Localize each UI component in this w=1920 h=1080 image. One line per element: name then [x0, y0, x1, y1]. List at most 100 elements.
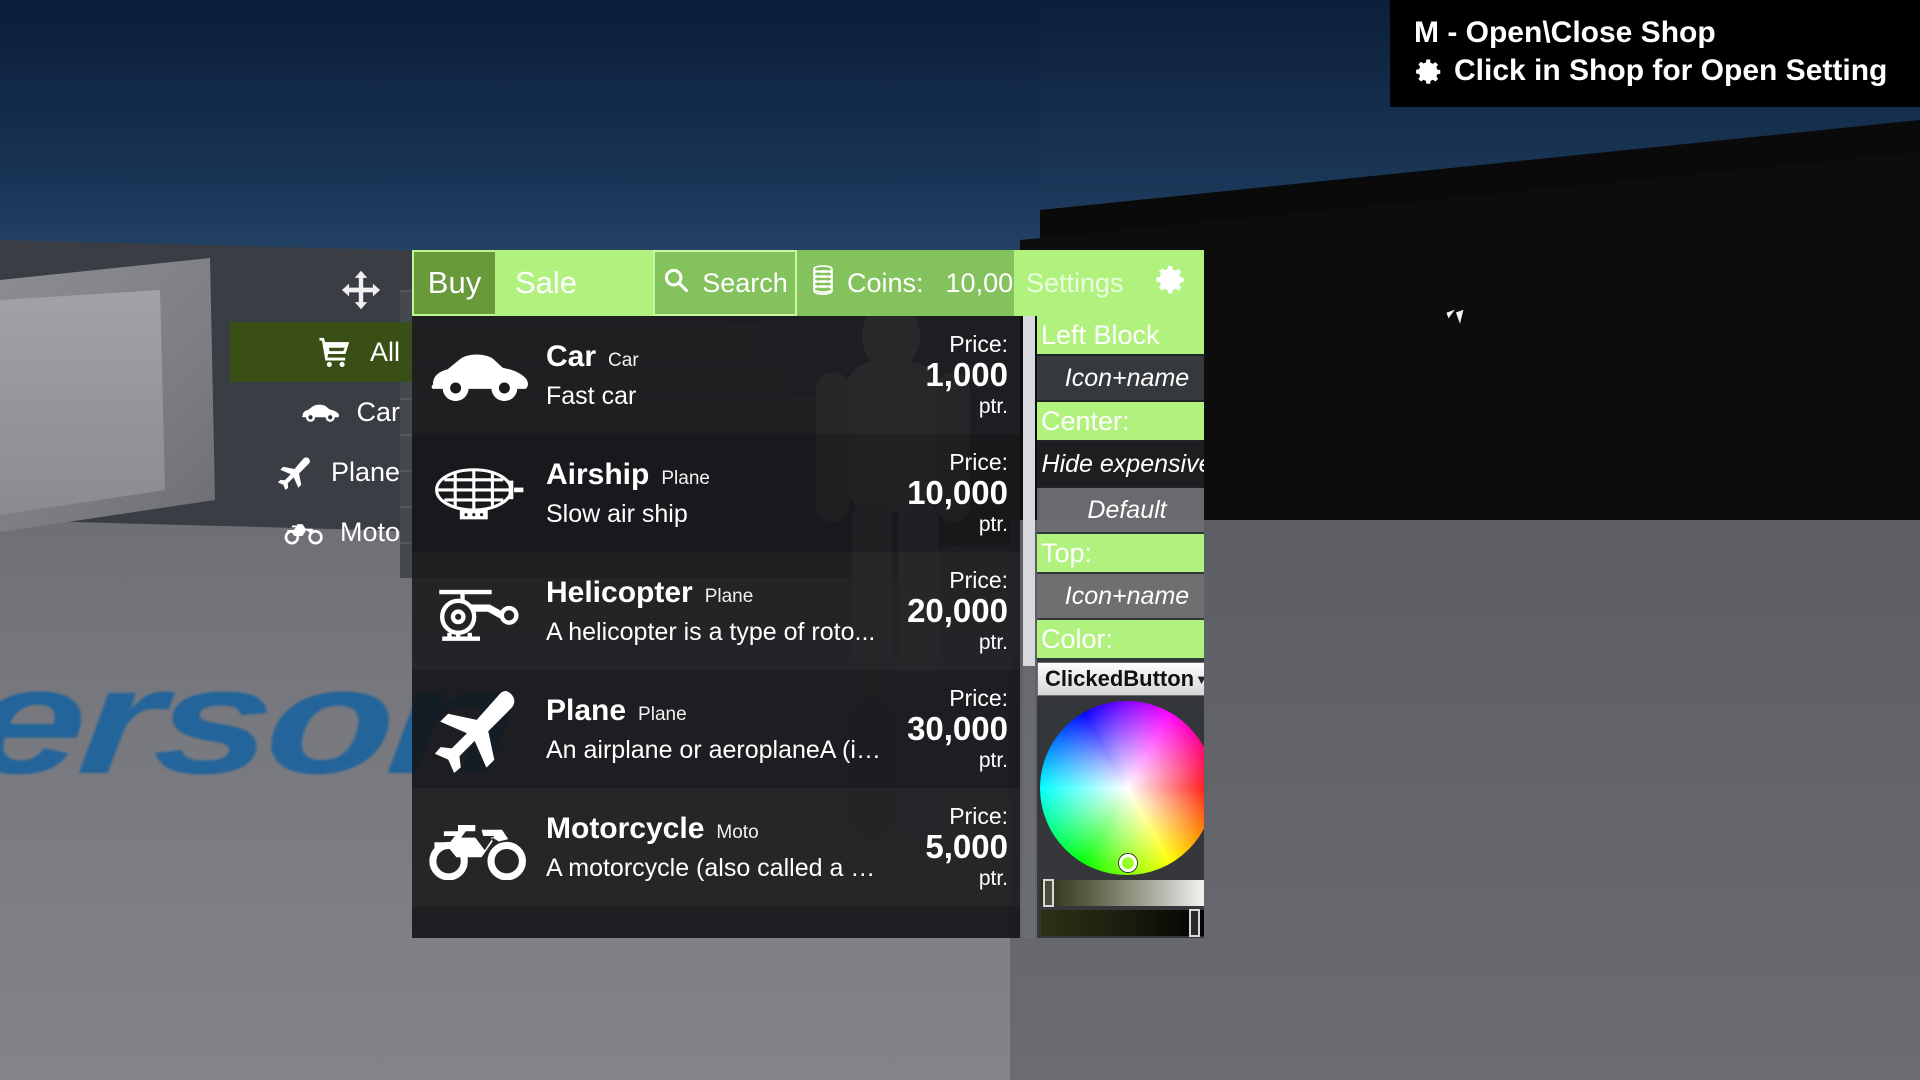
plane-icon	[275, 455, 317, 490]
center-header: Center:	[1037, 402, 1204, 440]
list-item-name: Airship	[546, 457, 650, 491]
brightness-slider-track	[1041, 880, 1204, 906]
wall-block-left-small	[0, 290, 165, 515]
brightness-slider-knob[interactable]	[1043, 879, 1054, 907]
list-item-description: A motorcycle (also called a mo...	[546, 853, 894, 882]
list-item-title-line: Airship Plane	[546, 458, 894, 492]
shop-window[interactable]: All Car Plane Moto Buy Sale Search Coins…	[230, 250, 1204, 938]
alpha-slider-knob[interactable]	[1189, 909, 1200, 937]
sidebar-item-label: Moto	[339, 516, 400, 547]
top-header: Top:	[1037, 534, 1204, 572]
list-item-category: Plane	[704, 585, 754, 607]
shopping-cart-icon	[314, 335, 356, 369]
price-unit: ptr.	[978, 513, 1008, 537]
tab-sale[interactable]: Sale	[495, 250, 653, 316]
price-label: Price:	[949, 566, 1008, 593]
motorcycle-icon	[418, 802, 542, 892]
center-default-button[interactable]: Default	[1037, 488, 1204, 532]
list-item[interactable]: Airship Plane Slow air ship Price: 10,00…	[412, 434, 1020, 552]
list-item[interactable]: Motorcycle Moto A motorcycle (also calle…	[412, 788, 1020, 906]
price-value: 10,000	[907, 473, 1008, 511]
settings-button[interactable]: Settings	[1014, 250, 1204, 316]
coins-stack-icon	[811, 264, 835, 302]
list-item-name: Motorcycle	[546, 811, 705, 845]
sidebar-item-label: Car	[356, 396, 400, 427]
price-label: Price:	[949, 802, 1008, 829]
list-item-price: Price: 10,000 ptr.	[894, 448, 1020, 537]
list-item-price: Price: 5,000 ptr.	[894, 802, 1020, 891]
price-unit: ptr.	[978, 867, 1008, 891]
price-unit: ptr.	[978, 631, 1008, 655]
price-label: Price:	[949, 448, 1008, 475]
list-scrollbar-thumb[interactable]	[1023, 316, 1035, 666]
price-value: 20,000	[907, 591, 1008, 629]
search-button[interactable]: Search	[653, 250, 797, 316]
list-item-name: Plane	[546, 693, 627, 727]
alpha-slider-track	[1041, 910, 1204, 936]
color-header: Color:	[1037, 620, 1204, 658]
brightness-slider[interactable]	[1041, 879, 1204, 907]
color-wheel[interactable]	[1040, 701, 1204, 875]
coins-display: Coins: 10,000	[797, 250, 1028, 316]
list-item-price: Price: 1,000 ptr.	[894, 330, 1020, 419]
list-item-category: Moto	[716, 821, 759, 843]
color-target-label: ClickedButton	[1045, 666, 1195, 691]
category-rail[interactable]: All Car Plane Moto	[230, 322, 416, 562]
list-scrollbar[interactable]	[1023, 316, 1035, 938]
price-unit: ptr.	[978, 749, 1008, 773]
color-picker-wheel-wrap[interactable]	[1037, 698, 1204, 876]
list-item-category: Car	[608, 349, 639, 371]
jet-plane-icon	[418, 684, 542, 774]
color-wheel-handle[interactable]	[1119, 854, 1137, 872]
settings-label: Settings	[1026, 267, 1124, 298]
color-target-select[interactable]: ClickedButton ▼	[1037, 662, 1204, 696]
move-arrows-icon[interactable]	[320, 257, 402, 323]
sidebar-item-label: All	[369, 336, 400, 367]
scooter-icon	[418, 920, 542, 938]
airship-icon	[418, 448, 542, 538]
help-line-keybind: M - Open\Close Shop	[1414, 14, 1896, 52]
list-item-text: Car Car Fast car	[542, 340, 894, 411]
list-item[interactable]: Helicopter Plane A helicopter is a type …	[412, 552, 1020, 670]
center-hide-expensive-button[interactable]: Hide expensive	[1037, 442, 1204, 486]
price-label: Price:	[949, 330, 1008, 357]
list-item[interactable]: Plane Plane An airplane or aeroplaneA (i…	[412, 670, 1020, 788]
gear-icon	[1154, 263, 1188, 304]
alpha-slider[interactable]	[1041, 909, 1204, 937]
coins-label: Coins:	[847, 267, 924, 298]
list-item-title-line: Motorcycle Moto	[546, 812, 894, 846]
left-block-value-button[interactable]: Icon+name	[1037, 356, 1204, 400]
help-line-settings: Click in Shop for Open Setting	[1414, 52, 1896, 90]
list-item-title-line: Car Car	[546, 340, 894, 374]
price-label: Price:	[949, 684, 1008, 711]
list-item-description: An airplane or aeroplaneA (inf...	[546, 735, 894, 764]
tab-sale-label: Sale	[515, 265, 578, 300]
list-item-price: Price: 30,000 ptr.	[894, 684, 1020, 773]
settings-panel[interactable]: Left Block Icon+name Center: Hide expens…	[1037, 316, 1204, 938]
list-item[interactable]: Scooter Moto Price:	[412, 906, 1020, 938]
list-item-name: Helicopter	[546, 575, 693, 609]
left-block-header: Left Block	[1037, 316, 1204, 354]
list-item-description: A helicopter is a type of roto...	[546, 617, 876, 646]
help-overlay: M - Open\Close Shop Click in Shop for Op…	[1390, 0, 1920, 107]
tab-buy[interactable]: Buy	[412, 250, 495, 316]
help-keybind-text: M - Open\Close Shop	[1414, 16, 1716, 49]
shop-toolbar[interactable]: Buy Sale Search Coins: 10,000 Settings	[412, 250, 1204, 316]
sidebar-item-moto[interactable]: Moto	[230, 502, 416, 562]
price-value: 30,000	[907, 709, 1008, 747]
sidebar-item-all[interactable]: All	[230, 322, 416, 382]
list-item-price: Price: 20,000 ptr.	[894, 566, 1020, 655]
sidebar-item-car[interactable]: Car	[230, 382, 416, 442]
price-value: 5,000	[925, 827, 1008, 865]
top-value-button[interactable]: Icon+name	[1037, 574, 1204, 618]
list-item-text: Airship Plane Slow air ship	[542, 458, 894, 529]
sidebar-item-label: Plane	[330, 456, 400, 487]
item-list[interactable]: Car Car Fast car Price: 1,000 ptr. Airsh…	[412, 316, 1020, 938]
chevron-down-icon: ▼	[1195, 671, 1204, 687]
list-item-category: Plane	[661, 467, 710, 489]
list-item-title-line: Helicopter Plane	[546, 576, 894, 610]
list-item[interactable]: Car Car Fast car Price: 1,000 ptr.	[412, 316, 1020, 434]
sidebar-item-plane[interactable]: Plane	[230, 442, 416, 502]
helicopter-icon	[418, 566, 542, 656]
list-item-text: Motorcycle Moto A motorcycle (also calle…	[542, 812, 894, 883]
